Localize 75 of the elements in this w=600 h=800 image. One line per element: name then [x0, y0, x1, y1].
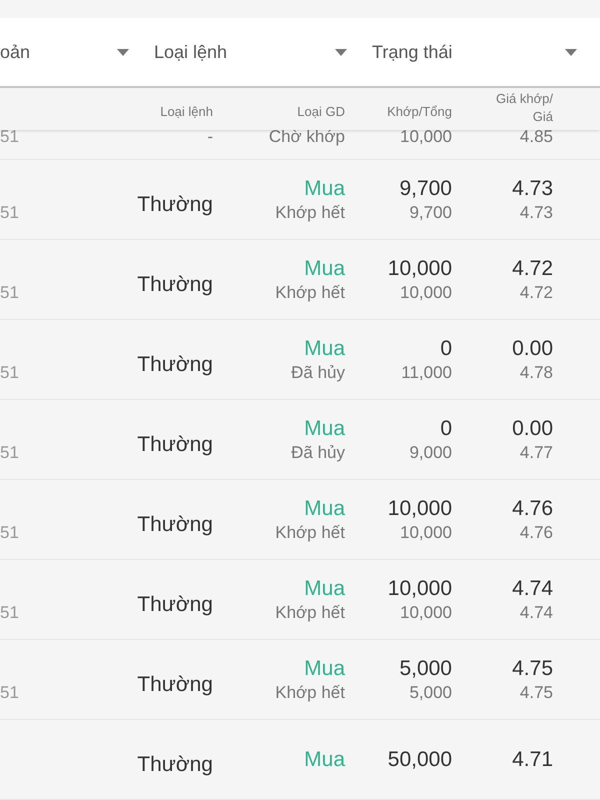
matched-price: 4.76 — [512, 496, 553, 522]
total-quantity: 11,000 — [401, 362, 452, 384]
filter-dropdown[interactable]: oản — [0, 18, 145, 86]
column-header: Loại GD — [296, 103, 345, 121]
matched-quantity: 0 — [440, 336, 452, 362]
order-type: Thường — [136, 432, 213, 458]
trade-side: Mua — [304, 256, 345, 282]
order-price: 4.77 — [520, 442, 553, 464]
total-quantity: 10,000 — [400, 282, 452, 304]
trade-side: Mua — [304, 496, 345, 522]
order-type: Thường — [136, 592, 213, 618]
order-status: Khớp hết — [275, 522, 345, 544]
matched-quantity: 9,700 — [399, 176, 452, 202]
filter-dropdown[interactable]: Loại lệnh — [145, 18, 363, 86]
trade-side: Mua — [304, 416, 345, 442]
order-price: 4.74 — [520, 602, 553, 624]
table-cell-text: 10,000 — [399, 127, 452, 147]
trade-side: Mua — [304, 176, 345, 202]
order-type: Thường — [136, 672, 213, 698]
order-status: Chờ khớp — [268, 127, 345, 147]
table-cell: 51 — [0, 127, 20, 147]
column-header: Giá khớp/ Giá — [495, 90, 553, 126]
trade-side: Mua — [304, 576, 345, 602]
dropdown-caret-icon — [565, 48, 577, 56]
total-quantity: 9,000 — [409, 442, 452, 464]
matched-price: 0.00 — [512, 336, 553, 362]
order-price: 4.75 — [520, 682, 553, 704]
order-type: Thường — [136, 752, 213, 778]
total-quantity: 5,000 — [409, 682, 452, 704]
table-cell-text: 51 — [0, 202, 20, 224]
order-price: 4.73 — [520, 202, 553, 224]
order-type: Thường — [136, 192, 213, 218]
total-quantity: 10,000 — [400, 522, 452, 544]
order-price: 4.76 — [520, 522, 553, 544]
order-type: Thường — [136, 272, 213, 298]
table-cell-text: 51 — [0, 282, 20, 304]
table-cell-text: 51 — [0, 522, 20, 544]
column-header: Loại lệnh — [159, 103, 213, 121]
dropdown-caret-icon — [117, 48, 129, 56]
matched-quantity: 0 — [440, 416, 452, 442]
table-cell-text: 51 — [0, 602, 20, 624]
matched-quantity: 10,000 — [388, 576, 452, 602]
order-status: Khớp hết — [275, 602, 345, 624]
matched-quantity: 10,000 — [388, 496, 452, 522]
matched-price: 4.71 — [512, 746, 553, 772]
order-price: 4.72 — [520, 282, 553, 304]
matched-price: 4.75 — [512, 656, 553, 682]
order-type: Thường — [136, 512, 213, 538]
table-cell-text: 51 — [0, 362, 20, 384]
order-status: Đã hủy — [291, 362, 345, 384]
order-status: Đã hủy — [291, 442, 345, 464]
matched-price: 0.00 — [512, 416, 553, 442]
table-cell-text: 51 — [0, 442, 20, 464]
table-cell-text: 4.85 — [518, 127, 553, 147]
column-header: Khớp/Tổng — [386, 103, 452, 121]
matched-quantity: 5,000 — [399, 656, 452, 682]
matched-price: 4.74 — [512, 576, 553, 602]
matched-price: 4.72 — [512, 256, 553, 282]
total-quantity: 10,000 — [400, 602, 452, 624]
order-price: 4.78 — [520, 362, 553, 384]
order-status: Khớp hết — [275, 202, 345, 224]
trade-side: Mua — [304, 656, 345, 682]
total-quantity: 9,700 — [409, 202, 452, 224]
table-cell-text: - — [206, 127, 213, 147]
table-cell-text: 51 — [0, 682, 20, 704]
matched-quantity: 50,000 — [388, 746, 452, 772]
order-status: Khớp hết — [275, 282, 345, 304]
dropdown-caret-icon — [335, 48, 347, 56]
matched-quantity: 10,000 — [388, 256, 452, 282]
order-type: Thường — [136, 352, 213, 378]
trade-side: Mua — [304, 336, 345, 362]
trade-side: Mua — [304, 746, 345, 772]
filter-dropdown[interactable]: Trạng thái — [363, 18, 593, 86]
order-status: Khớp hết — [275, 682, 345, 704]
matched-price: 4.73 — [512, 176, 553, 202]
